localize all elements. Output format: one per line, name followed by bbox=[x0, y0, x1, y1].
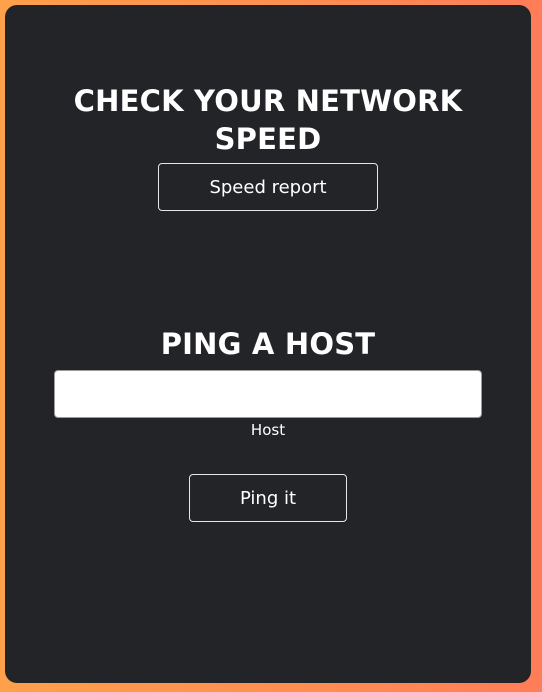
speed-report-button[interactable]: Speed report bbox=[158, 163, 378, 211]
ping-button[interactable]: Ping it bbox=[189, 474, 347, 522]
speed-section-title: CHECK YOUR NETWORK SPEED bbox=[73, 84, 463, 156]
ping-section-title: PING A HOST bbox=[160, 327, 376, 361]
host-input-label: Host bbox=[250, 421, 286, 439]
host-input[interactable] bbox=[54, 370, 482, 418]
network-tools-card: CHECK YOUR NETWORK SPEED Speed report PI… bbox=[5, 5, 531, 683]
